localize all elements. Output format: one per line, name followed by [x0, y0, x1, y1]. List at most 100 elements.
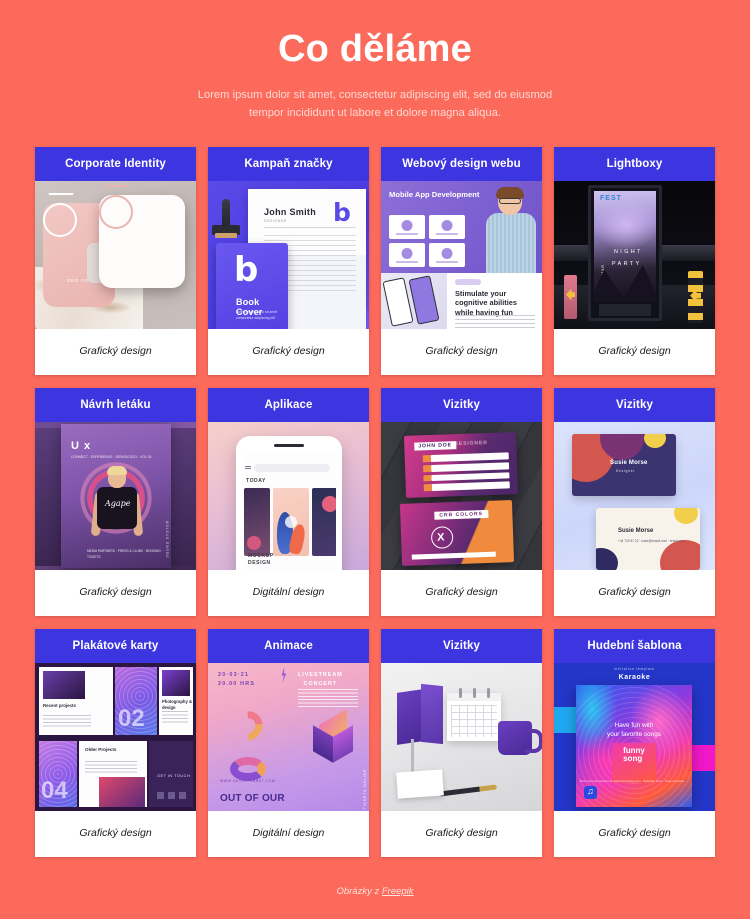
portfolio-card[interactable]: Návrh letáku U x CONNECT · EXPERIENCE · … [35, 387, 196, 616]
calendar-icon [447, 687, 501, 741]
glasses-icon [499, 197, 521, 204]
card-art-poster-line1: Have fun with [614, 721, 654, 729]
portfolio-card[interactable]: Vizitky Susie Morse Designer Susie Morse… [554, 387, 715, 616]
search-field-mock [254, 463, 330, 472]
page-title: Co děláme [278, 28, 472, 70]
card-caption: Grafický design [35, 810, 196, 857]
portfolio-card[interactable]: Animace 20·03·21 20.00 HRS LIVESTREAM CO… [208, 628, 369, 857]
freepik-link[interactable]: Freepik [382, 886, 414, 897]
card-art-poster-text: Have fun with your favorite songs [586, 721, 682, 740]
card-thumbnail-web-design: Mobile App Development Stimulate your co… [381, 180, 542, 329]
card-art-panel1-title: Recent projects [43, 702, 76, 708]
card-art-front-role: DESIGNER [454, 439, 488, 447]
card-thumbnail-music-template: invitation template Karaoke Have fun wit… [554, 662, 715, 811]
card-caption: Digitální design [208, 810, 369, 857]
card-art-date-block: 20·03·21 20.00 HRS [218, 671, 255, 689]
card-art-person-role: DESIGNER [264, 218, 287, 223]
card-caption: Grafický design [35, 328, 196, 375]
card-art-panel6-title: GET IN TOUCH [157, 772, 191, 778]
card-art-poster-line2: PARTY [612, 260, 642, 267]
card-art-badge-line2: song [623, 754, 643, 764]
card-art-panel3-title: Photography & design [162, 698, 193, 710]
music-note-icon [584, 785, 597, 799]
card-art-event-line2: CONCERT [303, 680, 338, 687]
card-thumbnail-business-cards-light: Susie Morse Designer Susie Morse +44 700… [554, 421, 715, 570]
footer-credit: Obrázky z Freepik [0, 886, 750, 897]
card-art-badge-line1: funny [623, 745, 645, 755]
portfolio-card[interactable]: Hudební šablona invitation template Kara… [554, 628, 715, 857]
card-art-event-line1: LIVESTREAM [298, 671, 343, 678]
card-title: Webový design webu [381, 146, 542, 181]
card-title: Vizitky [381, 628, 542, 663]
card-thumbnail-brand-campaign: John Smith DESIGNER b Book Cover Lorem i… [208, 180, 369, 329]
card-art-flyer-side: SOUND SYSTEM [166, 519, 170, 558]
brand-mark-icon [430, 525, 454, 549]
card-art-time: 20.00 HRS [218, 680, 256, 687]
card-thumbnail-animation: 20·03·21 20.00 HRS LIVESTREAM CONCERT WW… [208, 662, 369, 811]
card-art-caption-block: MOCKUP DESIGN [248, 553, 274, 568]
card-art-caption-line2: DESIGN [248, 560, 271, 567]
portfolio-card[interactable]: Kampaň značky John Smith DESIGNER b Book… [208, 146, 369, 375]
card-art-poster-brand: FEST [600, 194, 622, 202]
card-art-screen-section: TODAY [246, 477, 266, 484]
card-art-badge: funny song [623, 745, 645, 765]
card-art-person-name: John Smith [264, 206, 316, 217]
card-thumbnail-corporate-identity: DEO YONG [35, 180, 196, 329]
portfolio-card[interactable]: Plakátové karty Recent projects 02 Photo… [35, 628, 196, 857]
card-caption: Digitální design [208, 569, 369, 616]
card-art-section-heading: Stimulate your cognitive abilities while… [455, 288, 518, 317]
card-title: Hudební šablona [554, 628, 715, 663]
card-thumbnail-flyer: U x CONNECT · EXPERIENCE · DESIGN 2021 ·… [35, 421, 196, 570]
footer-prefix: Obrázky z [336, 886, 382, 897]
card-art-shirt-text: Agape [105, 498, 131, 508]
card-thumbnail-poster-cards: Recent projects 02 Photography & design … [35, 662, 196, 811]
card-art-url: WWW.OUTOFPLANET.COM [220, 778, 276, 783]
card-caption: Grafický design [554, 328, 715, 375]
card-title: Vizitky [381, 387, 542, 422]
card-art-flyer-footer: MEDIA PARTNERS · PRESS & CLUBS · BOOKING… [87, 548, 163, 559]
card-art-poster-info: Find more information at www.funnysong.c… [579, 778, 684, 783]
card-title: Corporate Identity [35, 146, 196, 181]
card-title: Vizitky [554, 387, 715, 422]
card-art-poster-line1: NIGHT [614, 248, 643, 255]
card-caption: Grafický design [381, 569, 542, 616]
card-caption: Grafický design [381, 810, 542, 857]
card-art-headline1: OUT OF OUR [220, 793, 285, 805]
card-art-panel5-title: Older Projects [85, 746, 117, 752]
card-art-book-sub: Lorem ipsum dolor sit amet consectetur a… [236, 309, 277, 320]
portfolio-card[interactable]: Vizitky JOHN DOE DESIGNER CRB COLORS X G… [381, 387, 542, 616]
card-art-event-block: LIVESTREAM CONCERT [298, 671, 343, 689]
card-art-front-role: Designer [616, 468, 636, 473]
card-thumbnail-business-cards-dark: JOHN DOE DESIGNER CRB COLORS [381, 421, 542, 570]
portfolio-card[interactable]: Corporate Identity DEO YONG Grafický des… [35, 146, 196, 375]
card-title: Lightboxy [554, 146, 715, 181]
card-thumbnail-desk-stationery [381, 662, 542, 811]
card-art-poster-side: 25 MAR [601, 263, 605, 283]
card-caption: Grafický design [381, 328, 542, 375]
card-art-back-name: Susie Morse [618, 527, 654, 534]
card-art-flyer-heading: U x [71, 439, 92, 452]
card-thumbnail-app: TODAY MOCKUP DESIGN [208, 421, 369, 570]
portfolio-card[interactable]: Webový design webu Mobile App Developmen… [381, 146, 542, 375]
card-art-back-details: +44 700 87 22 · susie@brand.com · brand.… [618, 538, 685, 543]
card-art-hero-heading: Mobile App Development [389, 189, 480, 199]
card-art-headline-block: OUT OF OUR [220, 793, 285, 805]
portfolio-card[interactable]: Aplikace TODAY MOCKUP DESIGN Digitální d… [208, 387, 369, 616]
portfolio-card[interactable]: Lightboxy FEST NIGHT PARTY 25 MAR Grafic… [554, 146, 715, 375]
card-title: Návrh letáku [35, 387, 196, 422]
menu-icon [245, 465, 251, 470]
card-art-panel4-number: 04 [41, 776, 68, 804]
card-caption: Grafický design [554, 569, 715, 616]
card-title: Aplikace [208, 387, 369, 422]
card-art-front-name: Susie Morse [610, 459, 648, 466]
card-title: Animace [208, 628, 369, 663]
card-art-flyer-sub: CONNECT · EXPERIENCE · DESIGN 2021 · VOL… [71, 454, 152, 459]
card-caption: Grafický design [208, 328, 369, 375]
page-root: Co děláme Lorem ipsum dolor sit amet, co… [0, 0, 750, 919]
portfolio-card[interactable]: Vizitky Grafický design [381, 628, 542, 857]
card-art-back-title: CRB COLORS [434, 509, 489, 520]
card-caption: Grafický design [35, 569, 196, 616]
page-header: Co děláme Lorem ipsum dolor sit amet, co… [0, 0, 750, 123]
card-art-top-label: invitation template [614, 666, 655, 671]
brand-letter-icon [333, 203, 355, 225]
